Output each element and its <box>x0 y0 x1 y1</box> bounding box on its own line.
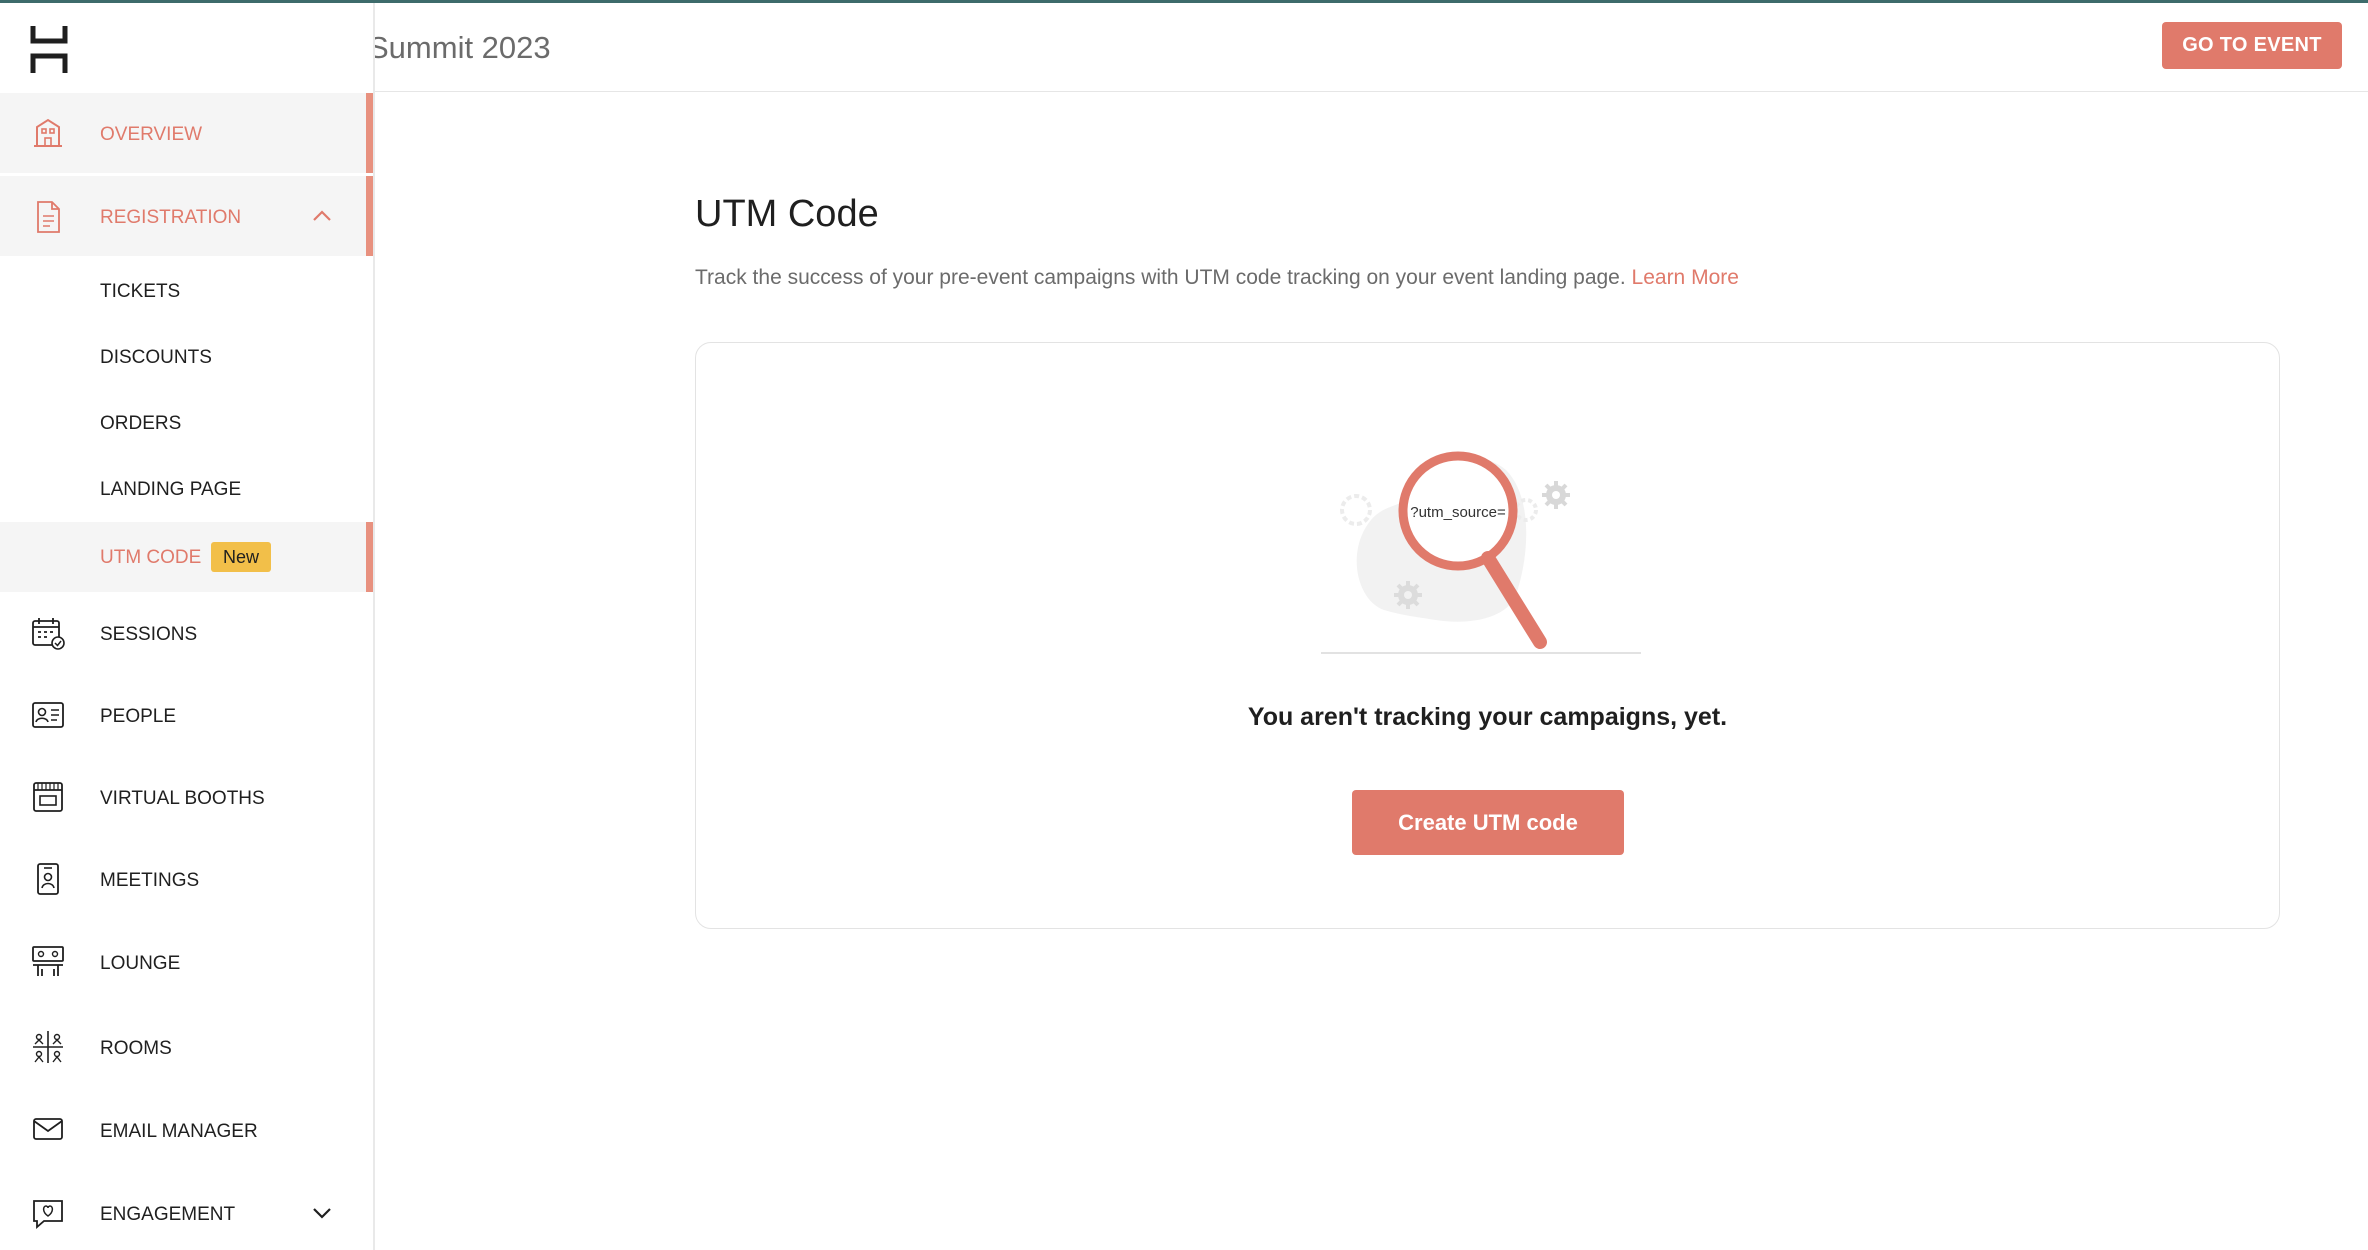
description-text: Track the success of your pre-event camp… <box>695 266 1626 289</box>
sidebar-item-utm-code[interactable]: UTM CODE New <box>0 522 373 592</box>
page-description: Track the success of your pre-event camp… <box>695 266 1739 290</box>
utm-source-text: ?utm_source= <box>1410 504 1506 521</box>
sidebar-item-people[interactable]: PEOPLE <box>0 675 373 757</box>
learn-more-link[interactable]: Learn More <box>1632 266 1739 289</box>
envelope-icon <box>33 1118 63 1140</box>
sidebar-item-meetings[interactable]: MEETINGS <box>0 839 373 921</box>
rooms-people-icon <box>33 1031 63 1063</box>
sidebar-item-engagement[interactable]: ENGAGEMENT <box>0 1173 373 1250</box>
go-to-event-button[interactable]: GO TO EVENT <box>2162 22 2342 69</box>
new-badge: New <box>211 542 271 572</box>
sidebar-item-label: TICKETS <box>100 281 181 302</box>
sidebar-item-label: MEETINGS <box>100 870 200 891</box>
sidebar-item-label: REGISTRATION <box>100 207 242 228</box>
booth-icon <box>33 782 63 812</box>
sidebar-item-label: DISCOUNTS <box>100 347 212 368</box>
empty-state-card: ?utm_source= You aren't tracking your ca… <box>695 342 2280 929</box>
sidebar-item-rooms[interactable]: ROOMS <box>0 1005 373 1089</box>
sidebar-item-lounge[interactable]: LOUNGE <box>0 921 373 1005</box>
sidebar-item-label: ORDERS <box>100 413 182 434</box>
sidebar-item-tickets[interactable]: TICKETS <box>0 257 373 323</box>
logo-icon[interactable] <box>30 23 68 75</box>
sidebar-item-virtual-booths[interactable]: VIRTUAL BOOTHS <box>0 757 373 839</box>
badge-person-icon <box>37 863 59 895</box>
sidebar-item-label: LANDING PAGE <box>100 479 242 500</box>
sidebar-item-label: OVERVIEW <box>100 124 203 145</box>
sidebar-item-label: LOUNGE <box>100 953 181 974</box>
chevron-down-icon[interactable] <box>311 1202 333 1224</box>
sidebar-item-email-manager[interactable]: EMAIL MANAGER <box>0 1089 373 1173</box>
gear-icon <box>1394 581 1422 609</box>
chevron-up-icon[interactable] <box>311 205 333 227</box>
chat-heart-icon <box>33 1200 63 1229</box>
gear-icon <box>1542 481 1570 509</box>
top-header: Summit 2023 GO TO EVENT <box>368 3 2368 92</box>
sidebar-item-discounts[interactable]: DISCOUNTS <box>0 323 373 389</box>
sidebar-item-label: VIRTUAL BOOTHS <box>100 788 265 809</box>
sidebar-item-label: EMAIL MANAGER <box>100 1121 258 1142</box>
event-title: Summit 2023 <box>368 30 551 65</box>
empty-state-message: You aren't tracking your campaigns, yet. <box>1247 703 1728 731</box>
sidebar-item-label: SESSIONS <box>100 624 198 645</box>
active-indicator <box>366 522 373 592</box>
document-icon <box>37 201 60 233</box>
active-indicator <box>366 176 373 256</box>
sidebar-item-label: ENGAGEMENT <box>100 1204 236 1225</box>
sidebar-item-label: UTM CODE <box>100 547 202 568</box>
building-icon <box>34 118 62 147</box>
page-title: UTM Code <box>695 193 879 235</box>
sidebar-item-landing-page[interactable]: LANDING PAGE <box>0 455 373 521</box>
sidebar-item-label: PEOPLE <box>100 706 177 727</box>
lounge-table-icon <box>32 946 64 976</box>
sidebar-item-registration[interactable]: REGISTRATION <box>0 176 373 256</box>
sidebar-item-overview[interactable]: OVERVIEW <box>0 93 373 173</box>
sidebar-item-orders[interactable]: ORDERS <box>0 389 373 455</box>
create-utm-code-button[interactable]: Create UTM code <box>1352 790 1624 855</box>
sidebar: OVERVIEW REGISTRATION TICKETS DISCOUNTS … <box>0 3 375 1250</box>
magnifier-illustration: ?utm_source= <box>1321 451 1641 654</box>
active-indicator <box>366 93 373 173</box>
id-card-icon <box>32 702 64 728</box>
sidebar-item-sessions[interactable]: SESSIONS <box>0 593 373 675</box>
sidebar-item-label: ROOMS <box>100 1038 172 1059</box>
calendar-icon <box>32 618 65 650</box>
